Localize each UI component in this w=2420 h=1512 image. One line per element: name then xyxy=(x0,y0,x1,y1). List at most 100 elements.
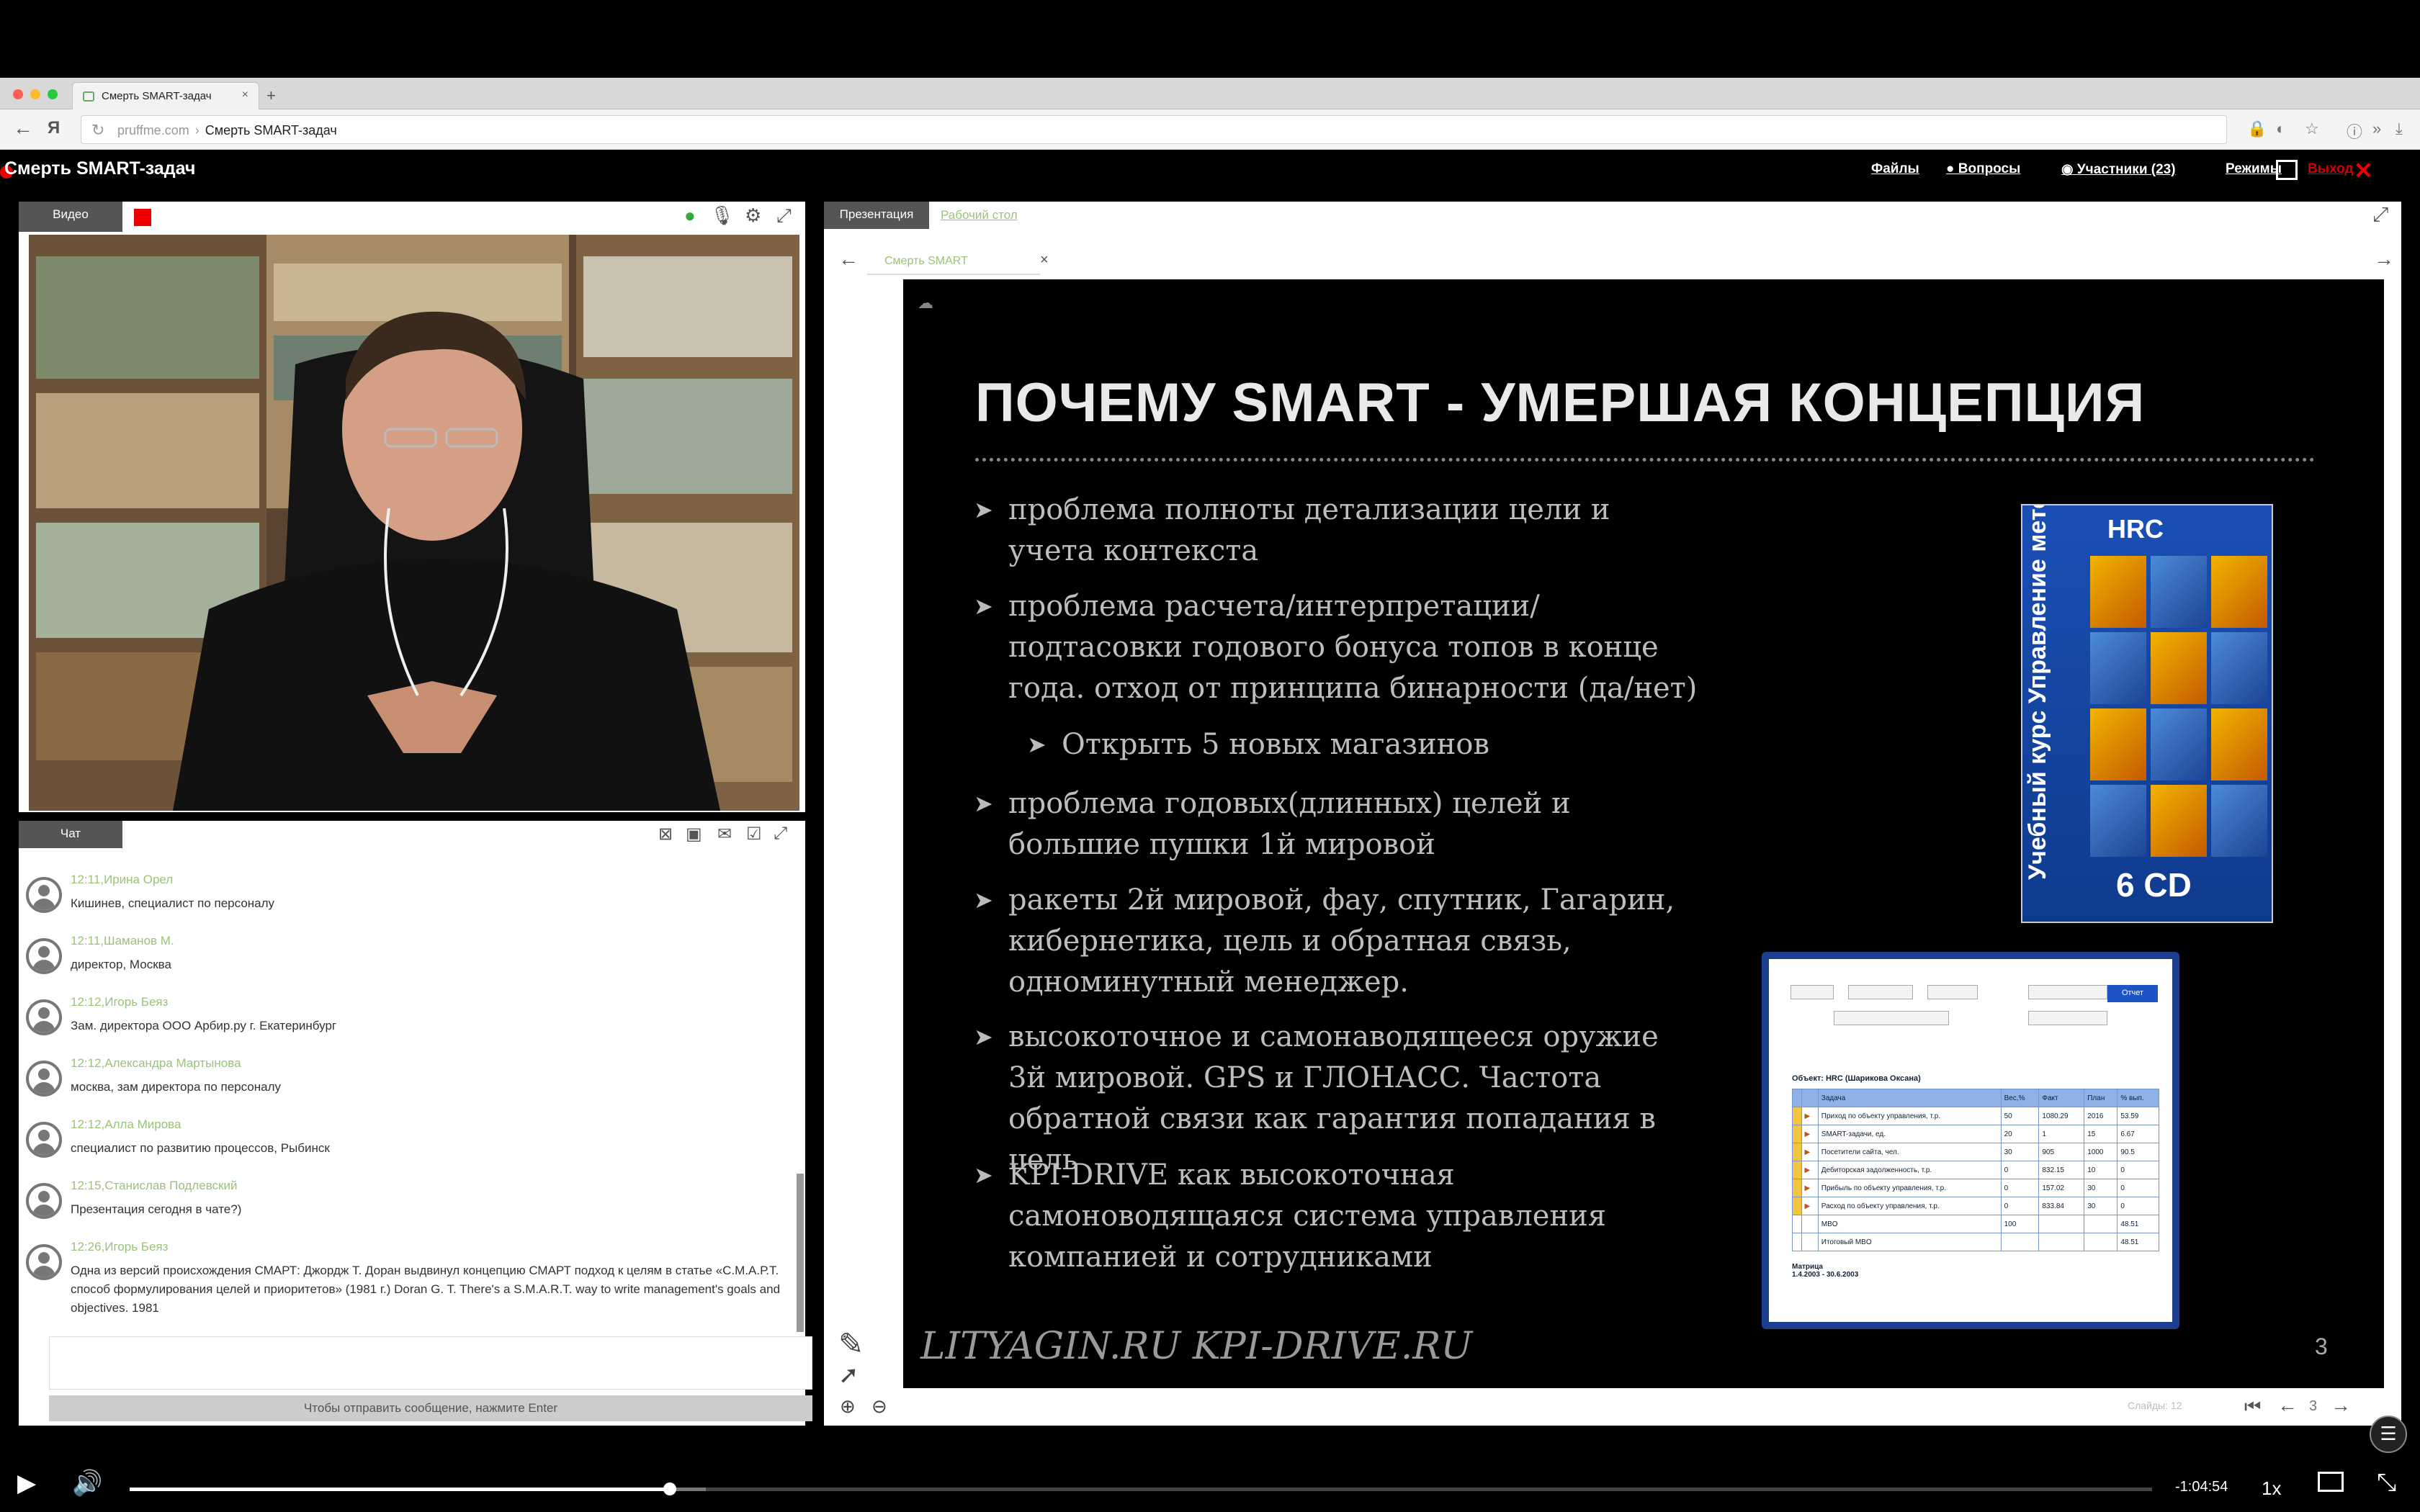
tab-chat[interactable]: Чат xyxy=(19,821,122,848)
avatar xyxy=(26,1122,62,1158)
check-icon[interactable]: ☑ xyxy=(746,824,762,845)
bullet-arrow-icon: ➤ xyxy=(974,790,993,817)
files-link[interactable]: Файлы xyxy=(1871,161,1919,177)
bullet-arrow-icon: ➤ xyxy=(974,496,993,523)
tab-close-icon[interactable]: × xyxy=(242,89,248,102)
stop-broadcast-button[interactable] xyxy=(134,209,151,226)
progress-bar[interactable] xyxy=(130,1482,2152,1495)
questions-link-label: Вопросы xyxy=(1958,161,2021,176)
mail-icon[interactable]: ✉ xyxy=(717,824,732,845)
maximize-window-button[interactable] xyxy=(48,89,58,99)
expand-chat-icon[interactable]: ⤢ xyxy=(774,824,787,844)
mbo-cell xyxy=(1792,1089,1802,1107)
box-brand: HRC xyxy=(2107,514,2164,544)
back-arrow-icon[interactable]: ← xyxy=(13,117,33,140)
camera-icon[interactable]: ● xyxy=(684,204,696,227)
slide-bullet-text: Открыть 5 новых магазинов xyxy=(1062,728,1490,761)
new-tab-button[interactable]: + xyxy=(266,86,276,105)
next-file-arrow[interactable]: → xyxy=(2374,248,2394,271)
chat-message-text: Зам. директора ООО Арбир.ру г. Екатеринб… xyxy=(71,1019,337,1032)
mbo-row: ▶ Прибыль по объекту управления, т.р. 0 157… xyxy=(1792,1179,2159,1197)
mbo-cell: % вып. xyxy=(2117,1089,2159,1107)
exit-link[interactable]: Выход xyxy=(2308,161,2353,177)
browser-tab[interactable]: Смерть SMART-задач × xyxy=(72,82,259,109)
video-feed[interactable] xyxy=(29,235,799,811)
eye-icon: ◉ xyxy=(2061,162,2077,177)
pen-icon[interactable]: ✎ xyxy=(838,1326,864,1362)
mbo-cell: 157.02 xyxy=(2038,1179,2085,1197)
pointer-icon[interactable]: ➚ xyxy=(838,1361,859,1390)
zoom-out-icon[interactable]: ⊖ xyxy=(871,1395,887,1418)
first-slide-icon[interactable]: ⏮ xyxy=(2244,1395,2261,1418)
mbo-cell: 53.59 xyxy=(2117,1107,2159,1125)
microphone-icon[interactable]: 🎙 xyxy=(710,204,734,227)
lock-icon[interactable]: 🔒 xyxy=(2247,120,2267,138)
picture-in-picture-icon[interactable] xyxy=(2318,1472,2344,1492)
mbo-cell xyxy=(1792,1215,1802,1233)
reload-icon[interactable]: ↻ xyxy=(91,121,104,140)
play-icon[interactable]: ▶ xyxy=(17,1469,36,1498)
info-icon[interactable]: ⓘ xyxy=(2347,120,2362,143)
file-tab-close-icon[interactable]: × xyxy=(1040,252,1049,269)
prev-slide-arrow[interactable]: ← xyxy=(2277,1394,2298,1417)
url-field[interactable]: ↻ pruffme.com › Смерть SMART-задач xyxy=(81,115,2227,144)
mbo-cell: 2016 xyxy=(2084,1107,2118,1125)
zoom-in-icon[interactable]: ⊕ xyxy=(840,1395,856,1418)
mbo-cell: Дебиторская задолженность, т.р. xyxy=(1817,1161,2002,1179)
mbo-cell: 30 xyxy=(2000,1143,2040,1161)
mbo-cell: SMART-задачи, ед. xyxy=(1817,1125,2002,1143)
clear-chat-icon[interactable]: ⊠ xyxy=(658,824,673,845)
prev-file-arrow[interactable]: ← xyxy=(838,248,859,271)
avatar xyxy=(26,877,62,913)
download-icon[interactable]: ⤓ xyxy=(2396,120,2403,138)
minimize-window-button[interactable] xyxy=(30,89,40,99)
tab-presentation[interactable]: Презентация xyxy=(824,202,929,229)
video-panel: Видео ● 🎙 ⚙ ⤢ xyxy=(19,202,805,812)
tab-video[interactable]: Видео xyxy=(19,202,122,232)
mbo-cell: 48.51 xyxy=(2117,1233,2159,1251)
fullscreen-icon[interactable]: ⤢ xyxy=(2372,203,2388,227)
fullscreen-exit-icon[interactable]: ⤡ xyxy=(2377,1469,2396,1497)
slide-bullet: ➤ проблема полноты детализации цели и уче… xyxy=(974,490,1700,572)
slide-bullet-text: ракеты 2й мировой, фау, спутник, Гагарин… xyxy=(1008,883,1675,999)
chat-scrollbar[interactable] xyxy=(797,1174,804,1332)
layout-icon[interactable] xyxy=(2276,160,2298,180)
box-cd-label: 6 CD xyxy=(2116,866,2192,904)
tab-desktop[interactable]: Рабочий стол xyxy=(941,208,1018,222)
participants-link[interactable]: ◉ Участники (23) xyxy=(2061,161,2176,178)
expand-icon[interactable]: ⤢ xyxy=(776,204,792,228)
mbo-cell: 30 xyxy=(2084,1179,2118,1197)
chat-message-input[interactable] xyxy=(49,1336,812,1390)
app-header: Смерть SMART-задач Файлы ● Вопросы ◉ Уча… xyxy=(0,150,2420,193)
close-window-button[interactable] xyxy=(13,89,23,99)
slides-total: 12 xyxy=(2170,1400,2182,1411)
exit-icon[interactable]: ✕ xyxy=(2354,157,2373,184)
progress-handle[interactable] xyxy=(663,1482,676,1495)
chat-send-hint: Чтобы отправить сообщение, нажмите Enter xyxy=(49,1395,812,1421)
mbo-cell: 1000 xyxy=(2084,1143,2118,1161)
bookmark-star-icon[interactable]: ☆ xyxy=(2305,120,2319,138)
cloud-icon: ☁ xyxy=(918,294,933,312)
mbo-cell xyxy=(1801,1215,1819,1233)
export-excel-icon[interactable]: ▣ xyxy=(686,824,702,845)
shield-icon[interactable]: ◐ xyxy=(2276,120,2285,138)
mbo-row: ▶ SMART-задачи, ед. 20 1 15 6.67 xyxy=(1792,1125,2159,1143)
more-icon[interactable]: » xyxy=(2372,120,2381,138)
playback-speed-button[interactable]: 1x xyxy=(2262,1477,2281,1500)
mbo-header-row: Задача Вес,% Факт План% вып. xyxy=(1792,1089,2159,1107)
modes-link[interactable]: Режимы xyxy=(2226,161,2282,177)
gear-icon[interactable]: ⚙ xyxy=(745,204,761,227)
captions-icon[interactable]: ☰ xyxy=(2370,1416,2407,1453)
participants-link-label: Участники (23) xyxy=(2076,162,2176,177)
mbo-cell: 833.84 xyxy=(2038,1197,2085,1215)
next-slide-arrow[interactable]: → xyxy=(2331,1394,2351,1417)
volume-icon[interactable]: 🔊 xyxy=(72,1469,102,1498)
chat-message-text: Презентация сегодня в чате?) xyxy=(71,1202,242,1216)
address-bar: ← Я ↻ pruffme.com › Смерть SMART-задач 🔒 ◐… xyxy=(0,109,2420,150)
mbo-cell xyxy=(1792,1125,1802,1143)
chat-message: 12:26,Игорь Беяз Одна из версий происхож… xyxy=(23,1240,786,1319)
chat-message: 12:12,Алла Мирова специалист по развитию… xyxy=(23,1117,786,1175)
yandex-icon[interactable]: Я xyxy=(48,118,60,138)
questions-link[interactable]: ● Вопросы xyxy=(1946,161,2020,177)
file-tab[interactable]: Смерть SMART × xyxy=(867,252,1049,275)
